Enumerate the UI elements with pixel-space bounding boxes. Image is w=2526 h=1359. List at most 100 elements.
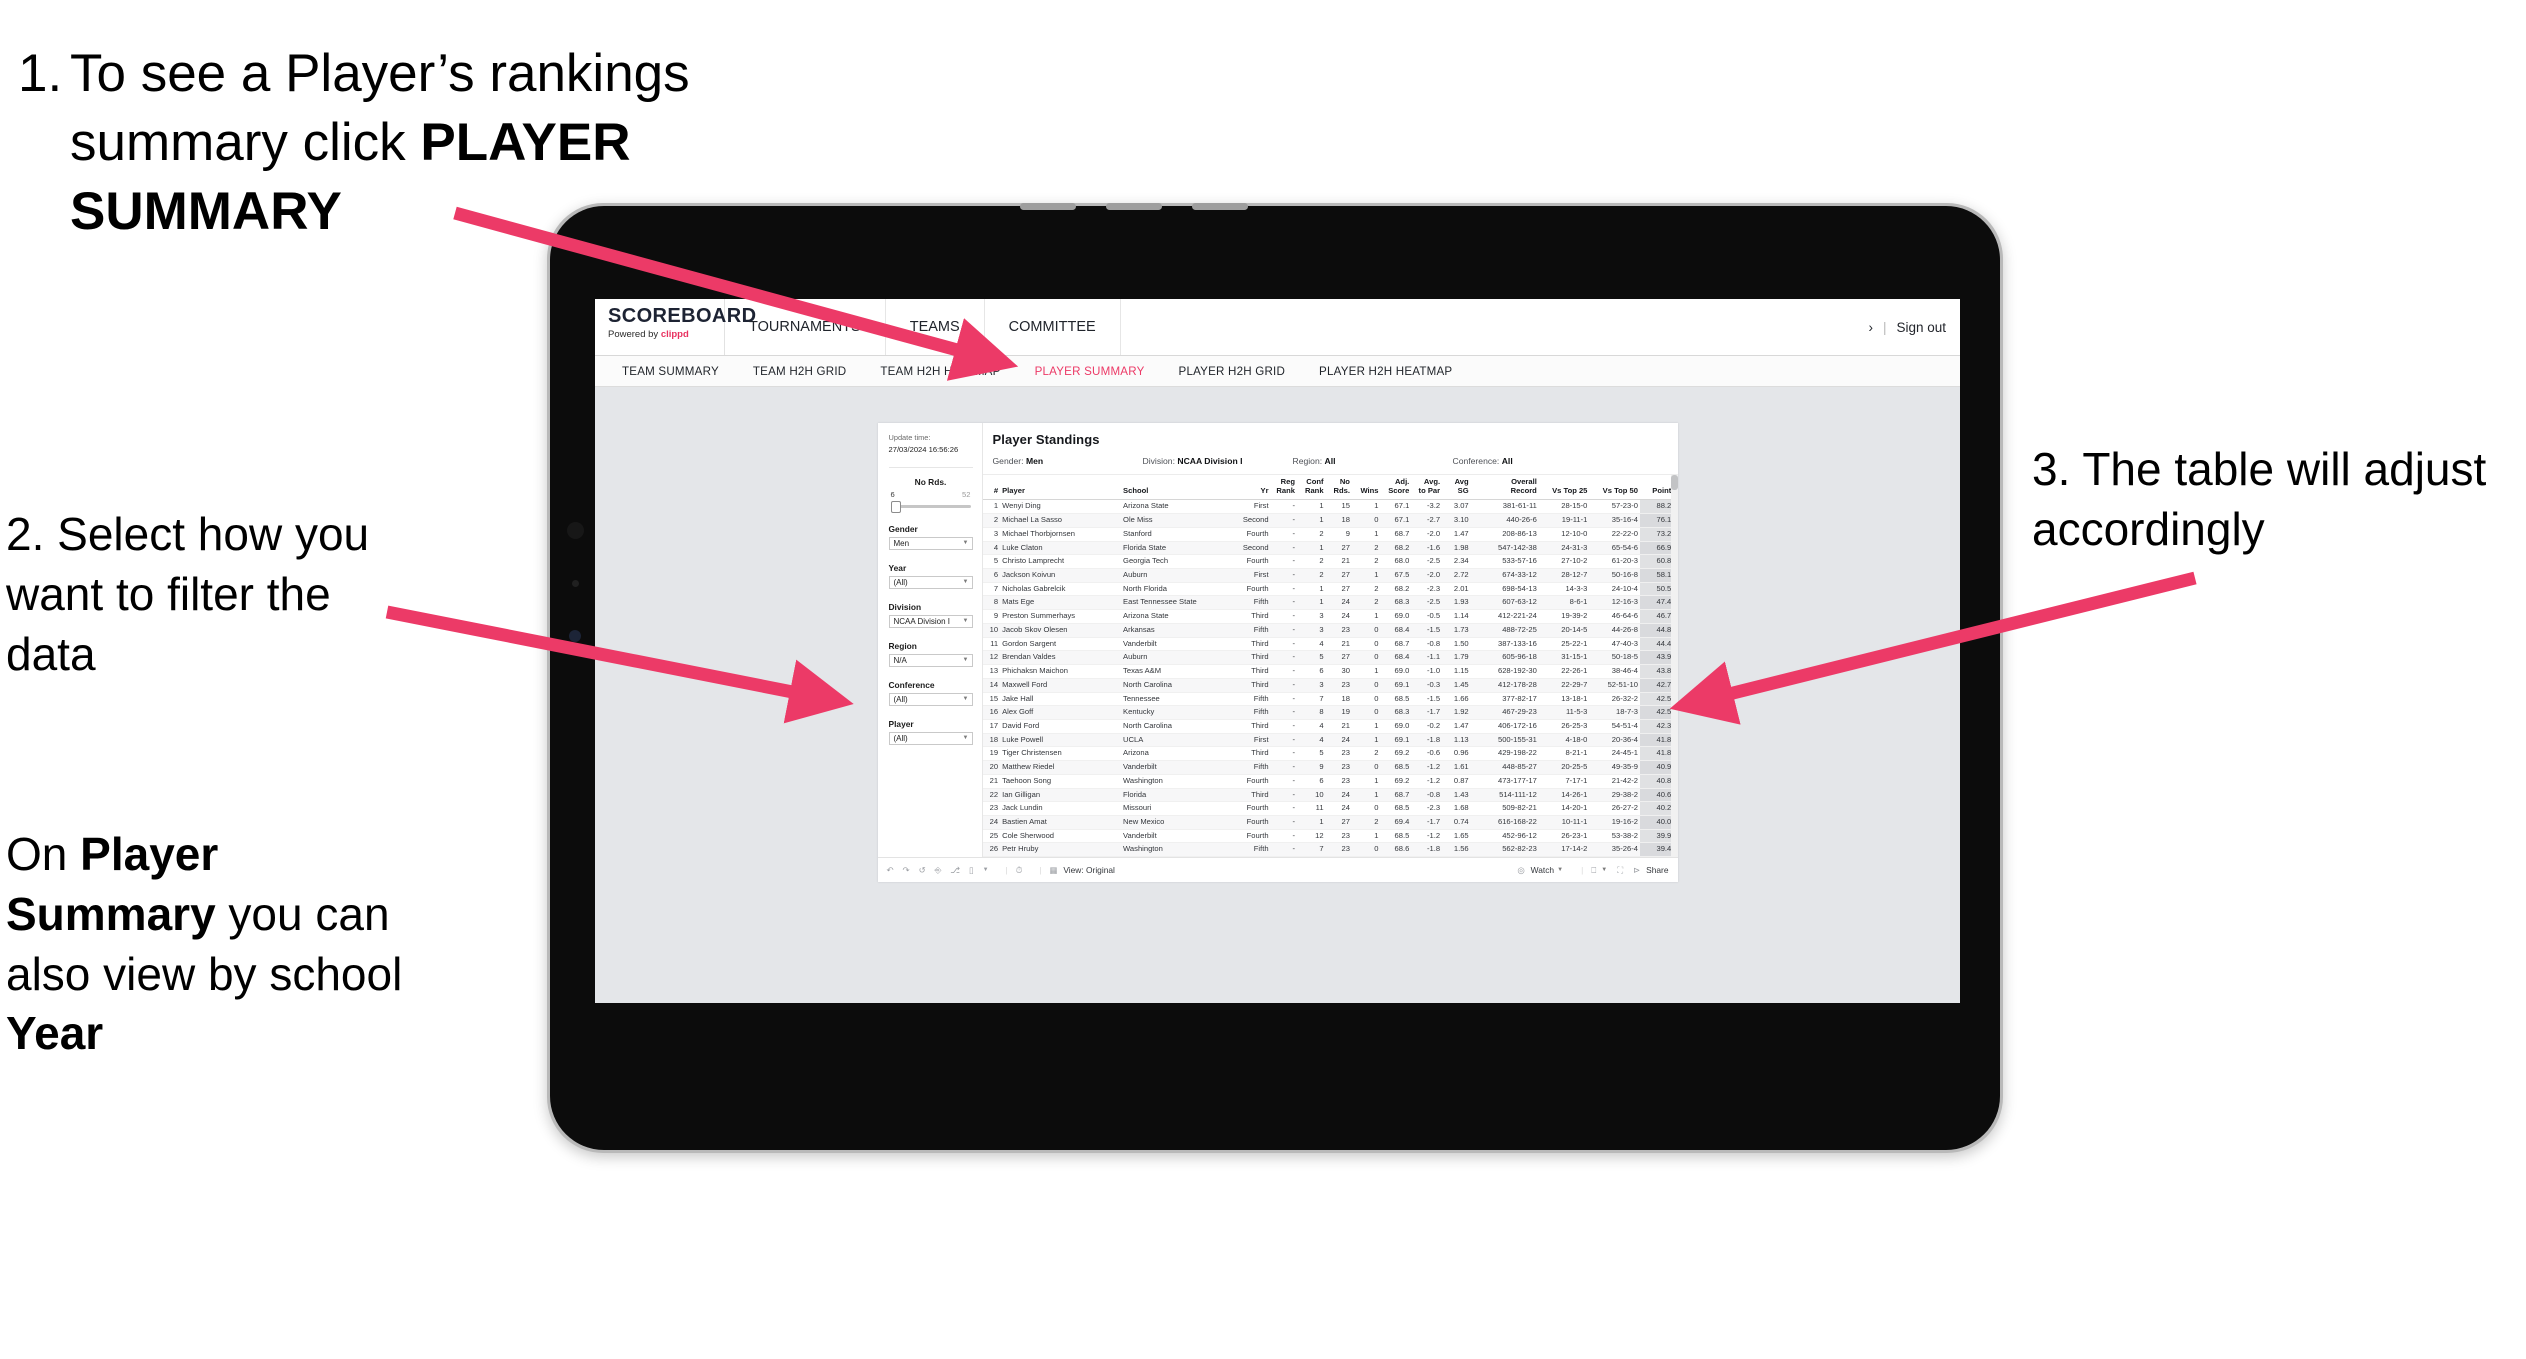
table-row[interactable]: 23 Jack Lundin Missouri Fourth -11 24 0 68.5 -2.… <box>982 801 1678 816</box>
filter-gender: Gender Men ▼ <box>888 524 973 550</box>
table-row[interactable]: 3 Michael Thorbjornsen Stanford Fourth -2 9 1 6… <box>982 527 1678 542</box>
table-row[interactable]: 14 Maxwell Ford North Carolina Third -3 23 0 69… <box>982 678 1678 693</box>
filter-division-select[interactable]: NCAA Division I ▼ <box>888 614 973 628</box>
download-button[interactable]: ⎕ ▼ <box>1591 865 1607 876</box>
table-cell: 2.34 <box>1442 554 1471 570</box>
slider-handle[interactable] <box>890 500 901 513</box>
column-header[interactable]: Conf Rank <box>1296 475 1326 501</box>
column-header[interactable]: School <box>1121 475 1231 501</box>
user-account-icon[interactable]: › <box>1868 320 1873 335</box>
table-cell: Fifth <box>1231 842 1271 858</box>
column-header[interactable]: Yr <box>1231 475 1271 501</box>
table-vertical-scrollbar[interactable] <box>1670 475 1678 858</box>
column-header[interactable]: Adj. Score <box>1380 475 1412 501</box>
table-row[interactable]: 15 Jake Hall Tennessee Fifth -7 18 0 68.5 -1.5 1.… <box>982 692 1678 707</box>
sub-tab-team-h2h-heatmap[interactable]: TEAM H2H HEATMAP <box>863 365 1017 378</box>
filter-player-select[interactable]: (All) ▼ <box>888 731 973 745</box>
revert-icon[interactable]: ↺ <box>919 865 926 875</box>
watch-icon: ◎ <box>1517 865 1525 876</box>
table-row[interactable]: 6 Jackson Koivun Auburn First -2 27 1 67.5 -2.0 2… <box>982 568 1678 583</box>
table-cell: 1.79 <box>1442 650 1471 666</box>
table-cell: 23 <box>1325 842 1352 858</box>
sub-tab-player-summary[interactable]: PLAYER SUMMARY <box>1018 365 1162 378</box>
table-cell: Fourth <box>1231 829 1271 844</box>
table-row[interactable]: 25 Cole Sherwood Vanderbilt Fourth -12 23 1 68.… <box>982 829 1678 844</box>
table-row[interactable]: 2 Michael La Sasso Ole Miss Second -1 18 0 67.1… <box>982 513 1678 528</box>
table-row[interactable]: 17 David Ford North Carolina Third -4 21 1 69.0… <box>982 719 1678 734</box>
table-cell: 10 <box>1296 788 1326 803</box>
sub-tab-team-h2h-grid[interactable]: TEAM H2H GRID <box>736 365 863 378</box>
table-cell: 0 <box>1351 760 1381 775</box>
column-header[interactable]: Wins <box>1351 475 1381 501</box>
table-row[interactable]: 18 Luke Powell UCLA First -4 24 1 69.1 -1.8 1.13 5… <box>982 733 1678 748</box>
table-cell: Petr Hruby <box>1000 842 1122 858</box>
table-cell: -1.5 <box>1411 692 1443 707</box>
table-row[interactable]: 4 Luke Claton Florida State Second -1 27 2 68.2… <box>982 541 1678 556</box>
column-header[interactable]: Avg SG <box>1442 475 1471 501</box>
table-cell: 23 <box>1325 760 1352 775</box>
share-button[interactable]: ⊳ Share <box>1633 865 1668 875</box>
view-original-button[interactable]: ▦ View: Original <box>1049 865 1114 875</box>
filter-conference-select[interactable]: (All) ▼ <box>888 692 973 706</box>
column-header[interactable]: No Rds. <box>1325 475 1352 501</box>
table-row[interactable]: 9 Preston Summerhays Arizona State Third -3 2… <box>982 609 1678 624</box>
table-row[interactable]: 21 Taehoon Song Washington Fourth -6 23 1 69.2-… <box>982 774 1678 789</box>
column-header[interactable]: Reg Rank <box>1270 475 1297 501</box>
table-cell: 24 <box>1325 609 1352 624</box>
filter-conference-value: (All) <box>893 694 908 704</box>
table-row[interactable]: 5 Christo Lamprecht Georgia Tech Fourth -2 21… <box>982 554 1678 570</box>
scrollbar-thumb[interactable] <box>1670 475 1678 490</box>
chevron-down-icon[interactable]: ▼ <box>983 867 989 873</box>
no-rds-slider[interactable] <box>889 500 973 513</box>
table-row[interactable]: 1 Wenyi Ding Arizona State First -1 15 1 67.1 -3… <box>982 499 1678 515</box>
table-cell: 0.87 <box>1442 774 1471 789</box>
table-cell: 1.68 <box>1442 801 1471 816</box>
table-cell: 1 <box>1351 719 1381 734</box>
table-row[interactable]: 11 Gordon Sargent Vanderbilt Third -4 21 0 68.7… <box>982 637 1678 652</box>
meta-gender-value: Men <box>1025 456 1044 466</box>
redo-icon[interactable]: ↷ <box>903 865 910 875</box>
table-cell: 54-51-4 <box>1589 719 1640 734</box>
column-header[interactable]: Player <box>1000 475 1122 501</box>
table-cell: -1.0 <box>1411 664 1443 679</box>
column-header[interactable]: # <box>982 475 1001 501</box>
table-cell: 412-221-24 <box>1470 609 1539 624</box>
table-row[interactable]: 8 Mats Ege East Tennessee State Fifth -1 24 2 6… <box>982 595 1678 611</box>
table-row[interactable]: 20 Matthew Riedel Vanderbilt Fifth -9 23 0 68.5… <box>982 760 1678 775</box>
app-logo[interactable]: SCOREBOARD Powered by clippd <box>595 299 756 355</box>
sub-tab-team-summary[interactable]: TEAM SUMMARY <box>605 365 736 378</box>
column-header[interactable]: Avg. to Par <box>1411 475 1443 501</box>
watch-button[interactable]: ◎ Watch ▼ <box>1517 865 1563 875</box>
alert-icon[interactable]: ⏱ <box>1016 865 1023 876</box>
sub-tab-player-h2h-heatmap[interactable]: PLAYER H2H HEATMAP <box>1302 365 1469 378</box>
table-row[interactable]: 12 Brendan Valdes Auburn Third -5 27 0 68.4 -1.1… <box>982 650 1678 666</box>
table-row[interactable]: 13 Phichaksn Maichon Texas A&M Third -6 30 1 69… <box>982 664 1678 679</box>
nav-tab-tournaments[interactable]: TOURNAMENTS <box>725 299 886 355</box>
table-row[interactable]: 16 Alex Goff Kentucky Fifth -8 19 0 68.3 -1.7 1.9… <box>982 705 1678 720</box>
fullscreen-button[interactable]: ⛶ <box>1617 865 1623 876</box>
column-header[interactable]: Vs Top 50 <box>1589 475 1640 501</box>
chevron-down-icon: ▼ <box>962 618 969 625</box>
pause-icon[interactable]: ⎇ <box>950 865 960 875</box>
table-row[interactable]: 24 Bastien Amat New Mexico Fourth -1 27 2 69.4-… <box>982 815 1678 830</box>
sub-tab-player-h2h-grid[interactable]: PLAYER H2H GRID <box>1162 365 1303 378</box>
refresh-icon[interactable]: ⎆ <box>935 865 942 876</box>
table-row[interactable]: 22 Ian Gilligan Florida Third -10 24 1 68.7 -0.8… <box>982 788 1678 803</box>
nav-tab-teams[interactable]: TEAMS <box>886 299 985 355</box>
table-row[interactable]: 19 Tiger Christensen Arizona Third -5 23 2 69.2… <box>982 746 1678 762</box>
slider-max-value: 52 <box>962 489 971 499</box>
view-mode-icon[interactable]: ▯ <box>969 865 974 875</box>
panel-header: Player Standings Gender: Men Division: N… <box>982 423 1678 475</box>
sign-out-link[interactable]: Sign out <box>1896 320 1946 335</box>
table-row[interactable]: 7 Nicholas Gabrelcik North Florida Fourth -1… <box>982 582 1678 597</box>
column-header[interactable]: Vs Top 25 <box>1538 475 1590 501</box>
table-cell: -0.3 <box>1411 678 1443 693</box>
table-row[interactable]: 10 Jacob Skov Olesen Arkansas Fifth -3 23 0 68.… <box>982 623 1678 638</box>
table-row[interactable]: 26 Petr Hruby Washington Fifth -7 23 0 68.6 -1.8… <box>982 842 1678 858</box>
filter-gender-select[interactable]: Men ▼ <box>888 536 973 550</box>
nav-tab-committee[interactable]: COMMITTEE <box>985 299 1121 355</box>
undo-icon[interactable]: ↶ <box>887 865 894 875</box>
filter-year-select[interactable]: (All) ▼ <box>888 575 973 589</box>
column-header[interactable]: Overall Record <box>1470 475 1539 501</box>
filter-region-select[interactable]: N/A ▼ <box>888 653 973 667</box>
